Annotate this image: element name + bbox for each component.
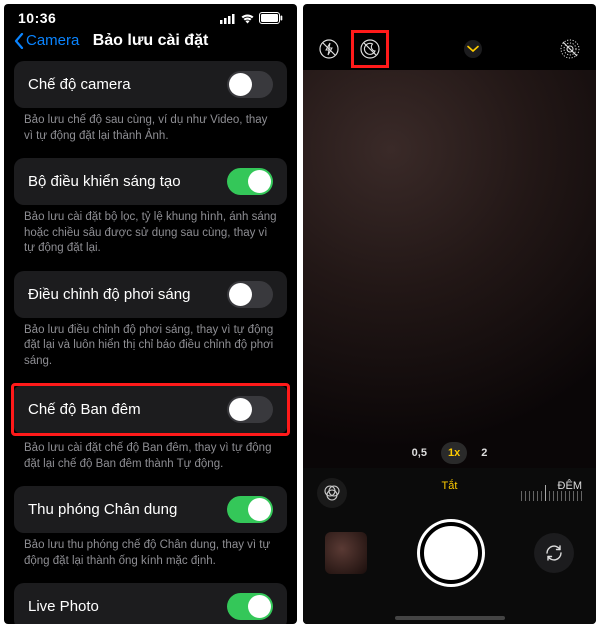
filter-button[interactable] [317,478,347,508]
chevron-left-icon [14,33,24,49]
status-indicators [220,12,283,24]
battery-icon [259,12,283,24]
mode-label-center: Tắt [442,480,458,492]
night-mode-button[interactable] [356,35,384,63]
row-label: Bộ điều khiển sáng tạo [28,173,181,190]
row-label: Điều chỉnh độ phơi sáng [28,286,190,303]
row-desc: Bảo lưu cài đặt bộ lọc, tỷ lệ khung hình… [4,205,297,271]
row-label: Live Photo [28,598,99,615]
home-indicator[interactable] [395,616,505,620]
row-desc: Bảo lưu điều chỉnh độ phơi sáng, thay vì… [4,318,297,384]
camera-screen: 0,5 1x 2 Tắt ĐÊM [303,4,596,624]
live-photo-off-icon [560,39,580,59]
setting-portrait-zoom[interactable]: Thu phóng Chân dung [14,486,287,533]
toggle-exposure[interactable] [227,281,273,308]
toggle-live-photo[interactable] [227,593,273,620]
setting-night-mode[interactable]: Chế độ Ban đêm [14,386,287,433]
row-desc: Bảo lưu cài đặt chế độ Ban đêm, thay vì … [4,436,297,486]
toggle-creative-controls[interactable] [227,168,273,195]
status-time: 10:36 [18,10,56,26]
zoom-controls: 0,5 1x 2 [303,442,596,464]
highlight-night-mode: Chế độ Ban đêm [11,383,290,436]
camera-controls [303,510,596,596]
back-button[interactable]: Camera [14,32,79,49]
setting-exposure[interactable]: Điều chỉnh độ phơi sáng [14,271,287,318]
zoom-level[interactable]: 2 [481,447,487,459]
camera-top-bar [303,4,596,78]
gallery-thumbnail[interactable] [325,532,367,574]
status-bar: 10:36 [4,4,297,28]
setting-creative-controls[interactable]: Bộ điều khiển sáng tạo [14,158,287,205]
live-photo-button[interactable] [556,35,584,63]
nav-bar: Camera Bảo lưu cài đặt [4,28,297,61]
zoom-level-active[interactable]: 1x [441,442,467,464]
row-label: Chế độ camera [28,76,131,93]
toggle-night-mode[interactable] [227,396,273,423]
toggle-camera-mode[interactable] [227,71,273,98]
setting-live-photo[interactable]: Live Photo [14,583,287,624]
camera-flip-icon [543,542,565,564]
zoom-level[interactable]: 0,5 [412,447,427,459]
row-desc: Bảo lưu thu phóng chế độ Chân dung, thay… [4,533,297,583]
camera-flip-button[interactable] [534,533,574,573]
settings-list: Chế độ camera Bảo lưu chế độ sau cùng, v… [4,61,297,624]
shutter-button[interactable] [420,522,482,584]
filter-icon [323,484,341,502]
flash-button[interactable] [315,35,343,63]
highlight-night-button [351,30,389,68]
toggle-portrait-zoom[interactable] [227,496,273,523]
row-label: Thu phóng Chân dung [28,501,177,518]
camera-bottom-tray: Tắt ĐÊM [303,468,596,624]
mode-label-right: ĐÊM [558,480,582,492]
wifi-icon [240,13,255,24]
back-label: Camera [26,32,79,49]
night-mode-off-icon [360,39,380,59]
camera-options-toggle[interactable] [464,40,482,58]
page-title: Bảo lưu cài đặt [93,32,209,50]
settings-screen: 10:36 Camera Bảo lưu cài đặt Chế độ came… [4,4,297,624]
setting-camera-mode[interactable]: Chế độ camera [14,61,287,108]
chevron-down-icon [467,45,479,53]
flash-off-icon [319,39,339,59]
signal-icon [220,13,236,24]
row-label: Chế độ Ban đêm [28,401,141,418]
row-desc: Bảo lưu chế độ sau cùng, ví dụ như Video… [4,108,297,158]
exposure-tray: Tắt ĐÊM [303,468,596,510]
camera-viewfinder[interactable] [303,70,596,468]
